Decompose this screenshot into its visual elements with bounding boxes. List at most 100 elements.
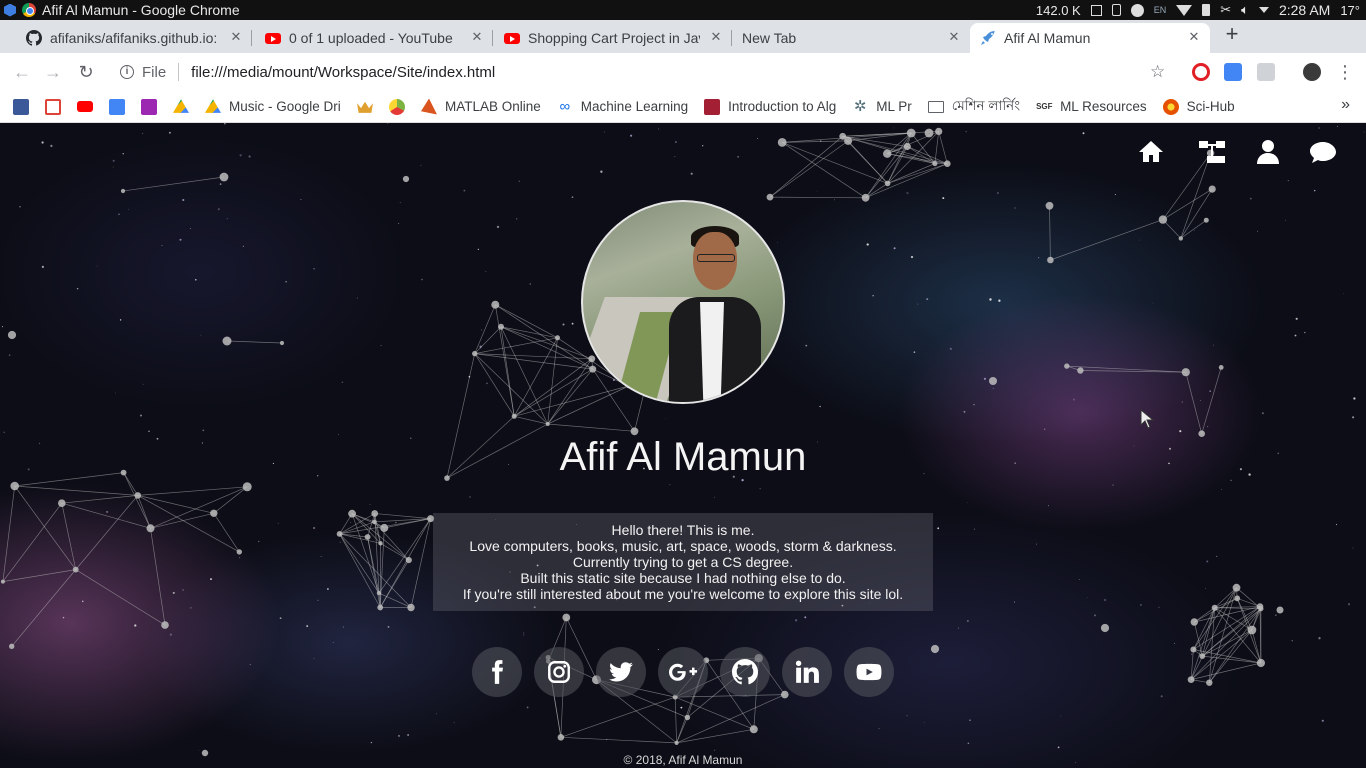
bookmark-drive[interactable]: [173, 95, 189, 119]
crown-icon: [357, 101, 373, 113]
github-link[interactable]: [720, 647, 770, 697]
youtube-icon: [504, 30, 520, 46]
bookmark-profile[interactable]: [141, 95, 157, 119]
bookmark-sci-hub[interactable]: Sci-Hub: [1162, 95, 1235, 119]
scheme-label: File: [142, 63, 167, 81]
weather[interactable]: 17°: [1340, 3, 1360, 18]
tab-afif-al-mamun[interactable]: Afif Al Mamun ✕: [970, 23, 1210, 53]
github-icon: [26, 30, 42, 46]
sitemap-icon[interactable]: [1196, 137, 1226, 167]
forward-button[interactable]: →: [42, 61, 64, 83]
info-icon[interactable]: i: [120, 65, 134, 79]
tab-label: New Tab: [742, 30, 797, 46]
bookmark-label: Music - Google Driv: [229, 99, 341, 114]
hub-icon: [389, 98, 405, 115]
book-icon: [927, 100, 944, 113]
bookmark-facebook[interactable]: [13, 95, 29, 119]
chevron-right-icon[interactable]: »: [1341, 96, 1350, 114]
bookmark-label: ML Pr: [876, 99, 912, 114]
mouse-cursor-icon: [1140, 409, 1154, 429]
instagram-link[interactable]: [534, 647, 584, 697]
scihub-icon: [1162, 98, 1179, 115]
url-text[interactable]: file:///media/mount/Workspace/Site/index…: [191, 64, 495, 81]
bookmark-ml-pr[interactable]: ✲ ML Pr: [852, 95, 912, 119]
facebook-link[interactable]: [472, 647, 522, 697]
network-speed: 142.0 K: [1035, 2, 1081, 18]
translate-icon: [109, 98, 125, 115]
bookmark-crown[interactable]: [357, 95, 373, 119]
bio-line: Hello there! This is me.: [611, 522, 755, 538]
translate-icon[interactable]: [1224, 63, 1242, 81]
google-plus-link[interactable]: [658, 647, 708, 697]
bookmark-label: Sci-Hub: [1186, 99, 1235, 114]
menu-icon[interactable]: ⋮: [1334, 61, 1356, 83]
bookmark-algorithms[interactable]: Introduction to Alg: [704, 95, 836, 119]
tab-github[interactable]: afifaniks/afifaniks.github.io: P ✕: [16, 23, 252, 53]
home-icon[interactable]: [1136, 137, 1166, 167]
tab-youtube-upload[interactable]: 0 of 1 uploaded - YouTube ✕: [255, 23, 493, 53]
bookmark-youtube[interactable]: [77, 95, 93, 119]
bookmark-gmail[interactable]: [45, 95, 61, 119]
bio-line: Currently trying to get a CS degree.: [572, 554, 794, 570]
close-icon[interactable]: ✕: [1186, 29, 1202, 45]
system-top-bar: Afif Al Mamun - Google Chrome 142.0 K EN…: [0, 0, 1366, 20]
linkedin-icon: [795, 660, 819, 683]
bookmark-ml-resources[interactable]: SGF ML Resources: [1036, 95, 1147, 119]
bookmark-music-drive[interactable]: Music - Google Driv: [205, 95, 341, 119]
app-menu-icon[interactable]: [4, 3, 16, 17]
reload-button[interactable]: ↻: [75, 61, 97, 83]
profile-name: Afif Al Mamun: [559, 435, 807, 479]
youtube-icon: [856, 663, 882, 681]
bookmark-label: Introduction to Alg: [728, 99, 837, 114]
drive-icon: [173, 99, 189, 113]
youtube-icon: [265, 30, 281, 46]
social-links: [472, 647, 896, 699]
tools-icon[interactable]: ✂: [1220, 2, 1231, 18]
facebook-icon: [13, 98, 29, 115]
user-icon[interactable]: [1253, 137, 1283, 167]
bookmark-translate[interactable]: [109, 95, 125, 119]
tab-shopping-cart[interactable]: Shopping Cart Project in Java ✕: [494, 23, 732, 53]
volume-icon[interactable]: 🔈︎: [1241, 2, 1249, 18]
extension-icon[interactable]: [1257, 63, 1275, 81]
profile-icon: [141, 98, 157, 115]
close-icon[interactable]: ✕: [469, 29, 485, 45]
download-icon[interactable]: [1130, 3, 1144, 17]
close-icon[interactable]: ✕: [228, 29, 244, 45]
back-button[interactable]: ←: [11, 61, 33, 83]
bookmark-matlab[interactable]: MATLAB Online: [421, 95, 541, 119]
battery-icon[interactable]: [1202, 4, 1211, 16]
new-tab-button[interactable]: +: [1221, 23, 1243, 46]
opera-icon[interactable]: [1192, 63, 1210, 81]
rocket-icon: [980, 30, 996, 46]
linkedin-link[interactable]: [782, 647, 832, 697]
instagram-icon: [548, 661, 570, 683]
tab-new-tab[interactable]: New Tab ✕: [732, 23, 970, 53]
bio-line: Love computers, books, music, art, space…: [469, 538, 897, 554]
bookmark-machine-learning[interactable]: ∞ Machine Learning: [557, 95, 688, 119]
avatar-icon[interactable]: [1303, 63, 1321, 81]
twitter-link[interactable]: [596, 647, 646, 697]
footer-copyright: © 2018, Afif Al Mamun: [623, 753, 743, 767]
bookmark-machine-learning-bn[interactable]: মেশিন লার্নিং: [927, 95, 1020, 119]
clock[interactable]: 2:28 AM: [1279, 2, 1330, 18]
star-icon[interactable]: ☆: [1150, 62, 1165, 82]
keyboard-layout[interactable]: EN: [1154, 5, 1167, 15]
bookmark-hub[interactable]: [389, 95, 405, 119]
browser-toolbar: ← → ↻ i File file:///media/mount/Workspa…: [0, 53, 1366, 91]
window-icon[interactable]: [1090, 4, 1102, 16]
bio-line: If you're still interested about me you'…: [462, 586, 904, 602]
bookmark-label: ML Resources: [1060, 99, 1147, 114]
clipboard-icon[interactable]: [1111, 4, 1121, 16]
address-bar[interactable]: i File file:///media/mount/Workspace/Sit…: [108, 57, 1180, 87]
close-icon[interactable]: ✕: [946, 29, 962, 45]
youtube-link[interactable]: [844, 647, 894, 697]
wifi-icon[interactable]: [1176, 4, 1193, 16]
google-plus-icon: [669, 663, 697, 681]
chat-icon[interactable]: [1308, 137, 1338, 167]
chevron-down-icon[interactable]: [1258, 7, 1269, 13]
site-nav: [1136, 137, 1366, 167]
bio-line: Built this static site because I had not…: [520, 570, 846, 586]
tab-label: Afif Al Mamun: [1004, 30, 1091, 46]
close-icon[interactable]: ✕: [708, 29, 724, 45]
